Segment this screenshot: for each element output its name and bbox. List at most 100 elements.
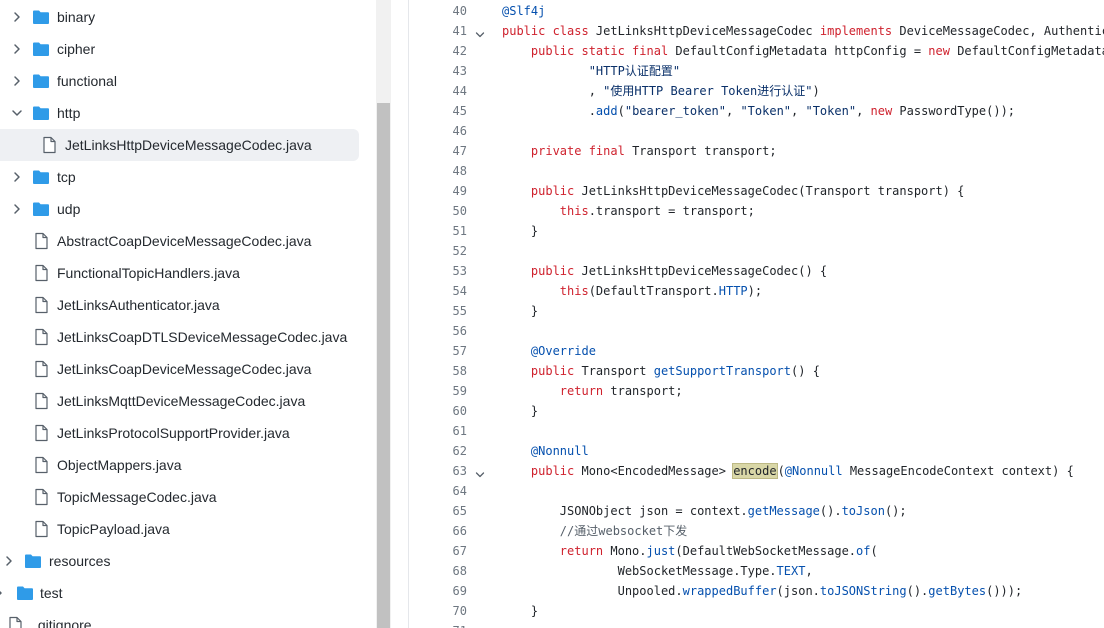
code-line[interactable]: 52: [409, 241, 1104, 261]
code-line[interactable]: 58 public Transport getSupportTransport(…: [409, 361, 1104, 381]
line-number: 47: [452, 144, 467, 158]
line-number: 50: [452, 204, 467, 218]
code-token: );: [747, 284, 763, 298]
code-token: Unpooled.: [502, 584, 683, 598]
tree-scrollbar-thumb[interactable]: [377, 103, 390, 628]
code-token: ()));: [986, 584, 1023, 598]
code-editor[interactable]: 40 @Slf4j 41 public class JetLinksHttpDevic…: [408, 0, 1104, 628]
file-icon: [32, 328, 50, 346]
code-token: public: [530, 464, 582, 478]
code-line[interactable]: 47 private final Transport transport;: [409, 141, 1104, 161]
code-token: "Token": [740, 104, 792, 118]
line-number: 59: [452, 384, 467, 398]
code-line[interactable]: 40 @Slf4j: [409, 1, 1104, 21]
code-token: JetLinksHttpDeviceMessageCodec() {: [581, 264, 828, 278]
code-token: "Token": [805, 104, 857, 118]
code-line[interactable]: 59 return transport;: [409, 381, 1104, 401]
code-line[interactable]: 55 }: [409, 301, 1104, 321]
code-line[interactable]: 57 @Override: [409, 341, 1104, 361]
tree-folder-udp[interactable]: udp: [0, 193, 376, 225]
chevron-right-icon[interactable]: [10, 170, 24, 184]
tree-file-topicpayload-java[interactable]: TopicPayload.java: [0, 513, 376, 545]
tree-file-gitignore[interactable]: .gitignore: [0, 609, 376, 628]
tree-file-jetlinksprotocolsupportprovider-java[interactable]: JetLinksProtocolSupportProvider.java: [0, 417, 376, 449]
chevron-down-icon[interactable]: [10, 106, 24, 120]
tree-file-topicmessagecodec-java[interactable]: TopicMessageCodec.java: [0, 481, 376, 513]
code-line[interactable]: 42 public static final DefaultConfigMeta…: [409, 41, 1104, 61]
code-line[interactable]: 50 this.transport = transport;: [409, 201, 1104, 221]
code-line[interactable]: 60 }: [409, 401, 1104, 421]
tree-folder-http[interactable]: http: [0, 97, 376, 129]
tree-folder-cipher[interactable]: cipher: [0, 33, 376, 65]
code-line[interactable]: 54 this(DefaultTransport.HTTP);: [409, 281, 1104, 301]
code-line[interactable]: 67 return Mono.just(DefaultWebSocketMess…: [409, 541, 1104, 561]
tree-folder-functional[interactable]: functional: [0, 65, 376, 97]
code-token: (json.: [776, 584, 820, 598]
code-text: @Override: [502, 341, 596, 361]
code-line[interactable]: 51 }: [409, 221, 1104, 241]
code-line[interactable]: 69 Unpooled.wrappedBuffer(json.toJSONStr…: [409, 581, 1104, 601]
tree-folder-binary[interactable]: binary: [0, 1, 376, 33]
tree-file-jetlinkscoapdevicemessagecodec-java[interactable]: JetLinksCoapDeviceMessageCodec.java: [0, 353, 376, 385]
code-token: getBytes: [928, 584, 987, 598]
line-number: 44: [452, 84, 467, 98]
code-line[interactable]: 70 }: [409, 601, 1104, 621]
chevron-right-icon[interactable]: [2, 554, 16, 568]
code-token: ();: [884, 504, 907, 518]
chevron-right-icon[interactable]: [10, 42, 24, 56]
tree-item-label: cipher: [57, 41, 96, 57]
tree-file-jetlinksauthenticator-java[interactable]: JetLinksAuthenticator.java: [0, 289, 376, 321]
code-line[interactable]: 64: [409, 481, 1104, 501]
code-line[interactable]: 48: [409, 161, 1104, 181]
code-token: toJson: [841, 504, 885, 518]
code-line[interactable]: 46: [409, 121, 1104, 141]
code-line[interactable]: 41 public class JetLinksHttpDeviceMessage…: [409, 21, 1104, 41]
line-number: 56: [452, 324, 467, 338]
code-line[interactable]: 49 public JetLinksHttpDeviceMessageCodec…: [409, 181, 1104, 201]
code-line[interactable]: 56: [409, 321, 1104, 341]
tree-file-objectmappers-java[interactable]: ObjectMappers.java: [0, 449, 376, 481]
code-line[interactable]: 44 , "使用HTTP Bearer Token进行认证"): [409, 81, 1104, 101]
code-token: DeviceMessageCodec, Authenticator {: [899, 24, 1104, 38]
code-token: DefaultConfigMetadata(: [957, 44, 1104, 58]
tree-folder-tcp[interactable]: tcp: [0, 161, 376, 193]
code-line[interactable]: 68 WebSocketMessage.Type.TEXT,: [409, 561, 1104, 581]
code-line[interactable]: 53 public JetLinksHttpDeviceMessageCodec…: [409, 261, 1104, 281]
chevron-right-icon[interactable]: [10, 10, 24, 24]
code-line[interactable]: 62 @Nonnull: [409, 441, 1104, 461]
tree-file-functionaltopichandlers-java[interactable]: FunctionalTopicHandlers.java: [0, 257, 376, 289]
code-token: Transport: [581, 364, 654, 378]
chevron-right-icon[interactable]: [0, 586, 6, 600]
tree-file-jetlinkscoapdtlsdevicemessagecodec-java[interactable]: JetLinksCoapDTLSDeviceMessageCodec.java: [0, 321, 376, 353]
code-token: }: [502, 304, 539, 318]
tree-item-label: TopicPayload.java: [57, 521, 170, 537]
tree-file-jetlinkshttpdevicemessagecodec-java[interactable]: JetLinksHttpDeviceMessageCodec.java: [0, 129, 376, 161]
fold-chevron-icon[interactable]: [475, 26, 485, 38]
code-line[interactable]: 66 //通过websocket下发: [409, 521, 1104, 541]
code-line[interactable]: 63 public Mono<EncodedMessage> encode(@N…: [409, 461, 1104, 481]
tree-item-label: resources: [49, 553, 111, 569]
line-number: 52: [452, 244, 467, 258]
code-token: public static final: [530, 44, 676, 58]
code-line[interactable]: 45 .add("bearer_token", "Token", "Token"…: [409, 101, 1104, 121]
tree-folder-resources[interactable]: resources: [0, 545, 376, 577]
code-line[interactable]: 61: [409, 421, 1104, 441]
code-token: of: [856, 544, 871, 558]
chevron-right-icon[interactable]: [10, 74, 24, 88]
code-text: public JetLinksHttpDeviceMessageCodec() …: [502, 261, 827, 281]
fold-chevron-icon[interactable]: [475, 466, 485, 478]
code-line[interactable]: 71: [409, 621, 1104, 628]
code-line[interactable]: 65 JSONObject json = context.getMessage(…: [409, 501, 1104, 521]
chevron-right-icon[interactable]: [10, 202, 24, 216]
tree-file-abstractcoapdevicemessagecodec-java[interactable]: AbstractCoapDeviceMessageCodec.java: [0, 225, 376, 257]
tree-folder-test[interactable]: test: [0, 577, 376, 609]
tree-file-jetlinksmqttdevicemessagecodec-java[interactable]: JetLinksMqttDeviceMessageCodec.java: [0, 385, 376, 417]
file-icon: [32, 296, 50, 314]
code-token: HTTP: [718, 284, 748, 298]
line-number: 71: [409, 621, 467, 628]
code-line[interactable]: 43 "HTTP认证配置": [409, 61, 1104, 81]
code-token: ,: [502, 84, 604, 98]
tree-scrollbar[interactable]: [376, 0, 391, 628]
